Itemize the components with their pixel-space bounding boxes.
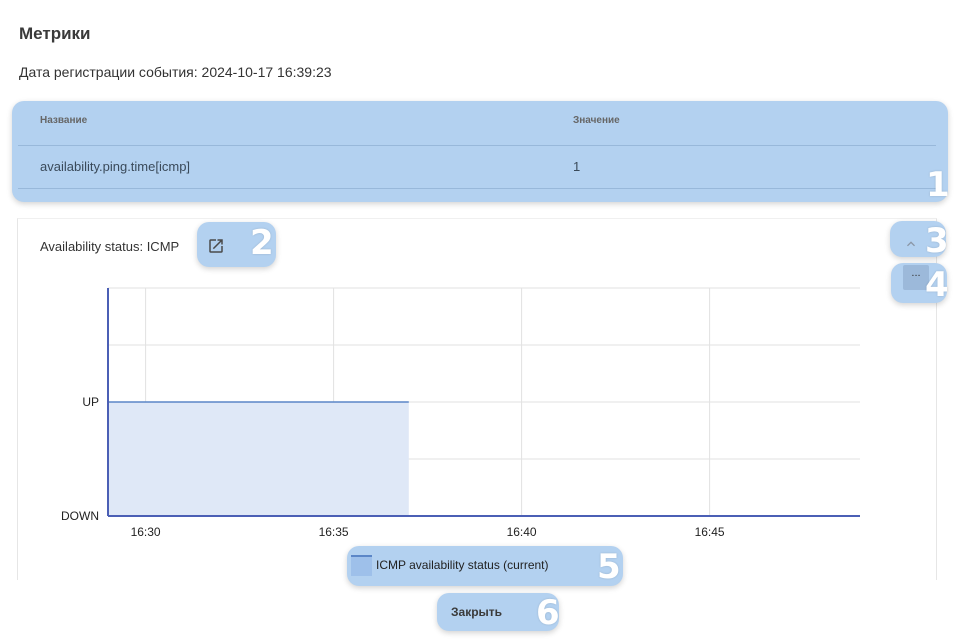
x-tick-label: 16:35 xyxy=(319,525,349,539)
annotation-badge-1: 1 xyxy=(926,165,950,205)
column-header-name[interactable]: Название xyxy=(40,115,87,126)
availability-chart: 16:30 16:35 16:40 16:45 DOWN UP xyxy=(61,287,860,539)
y-tick-label: DOWN xyxy=(61,509,99,523)
metrics-table xyxy=(12,101,948,202)
open-in-new-icon[interactable] xyxy=(207,237,225,255)
x-tick-label: 16:40 xyxy=(507,525,537,539)
series-area-fill xyxy=(108,402,409,516)
annotation-badge-6: 6 xyxy=(536,593,560,633)
annotation-badge-3: 3 xyxy=(925,221,949,261)
legend-swatch xyxy=(351,555,372,576)
column-header-value[interactable]: Значение xyxy=(573,115,620,126)
annotation-badge-5: 5 xyxy=(597,547,621,587)
table-divider xyxy=(18,145,936,146)
legend-label[interactable]: ICMP availability status (current) xyxy=(376,558,549,572)
y-tick-label: UP xyxy=(82,395,99,409)
event-date: Дата регистрации события: 2024-10-17 16:… xyxy=(19,64,332,80)
x-tick-label: 16:45 xyxy=(695,525,725,539)
chart-title: Availability status: ICMP xyxy=(40,239,180,254)
annotation-badge-2: 2 xyxy=(250,223,274,263)
table-divider xyxy=(18,188,936,189)
x-tick-label: 16:30 xyxy=(131,525,161,539)
chevron-up-icon[interactable] xyxy=(903,236,919,252)
page-title: Метрики xyxy=(19,24,91,43)
table-cell-name[interactable]: availability.ping.time[icmp] xyxy=(40,159,190,174)
table-cell-value: 1 xyxy=(573,159,581,174)
